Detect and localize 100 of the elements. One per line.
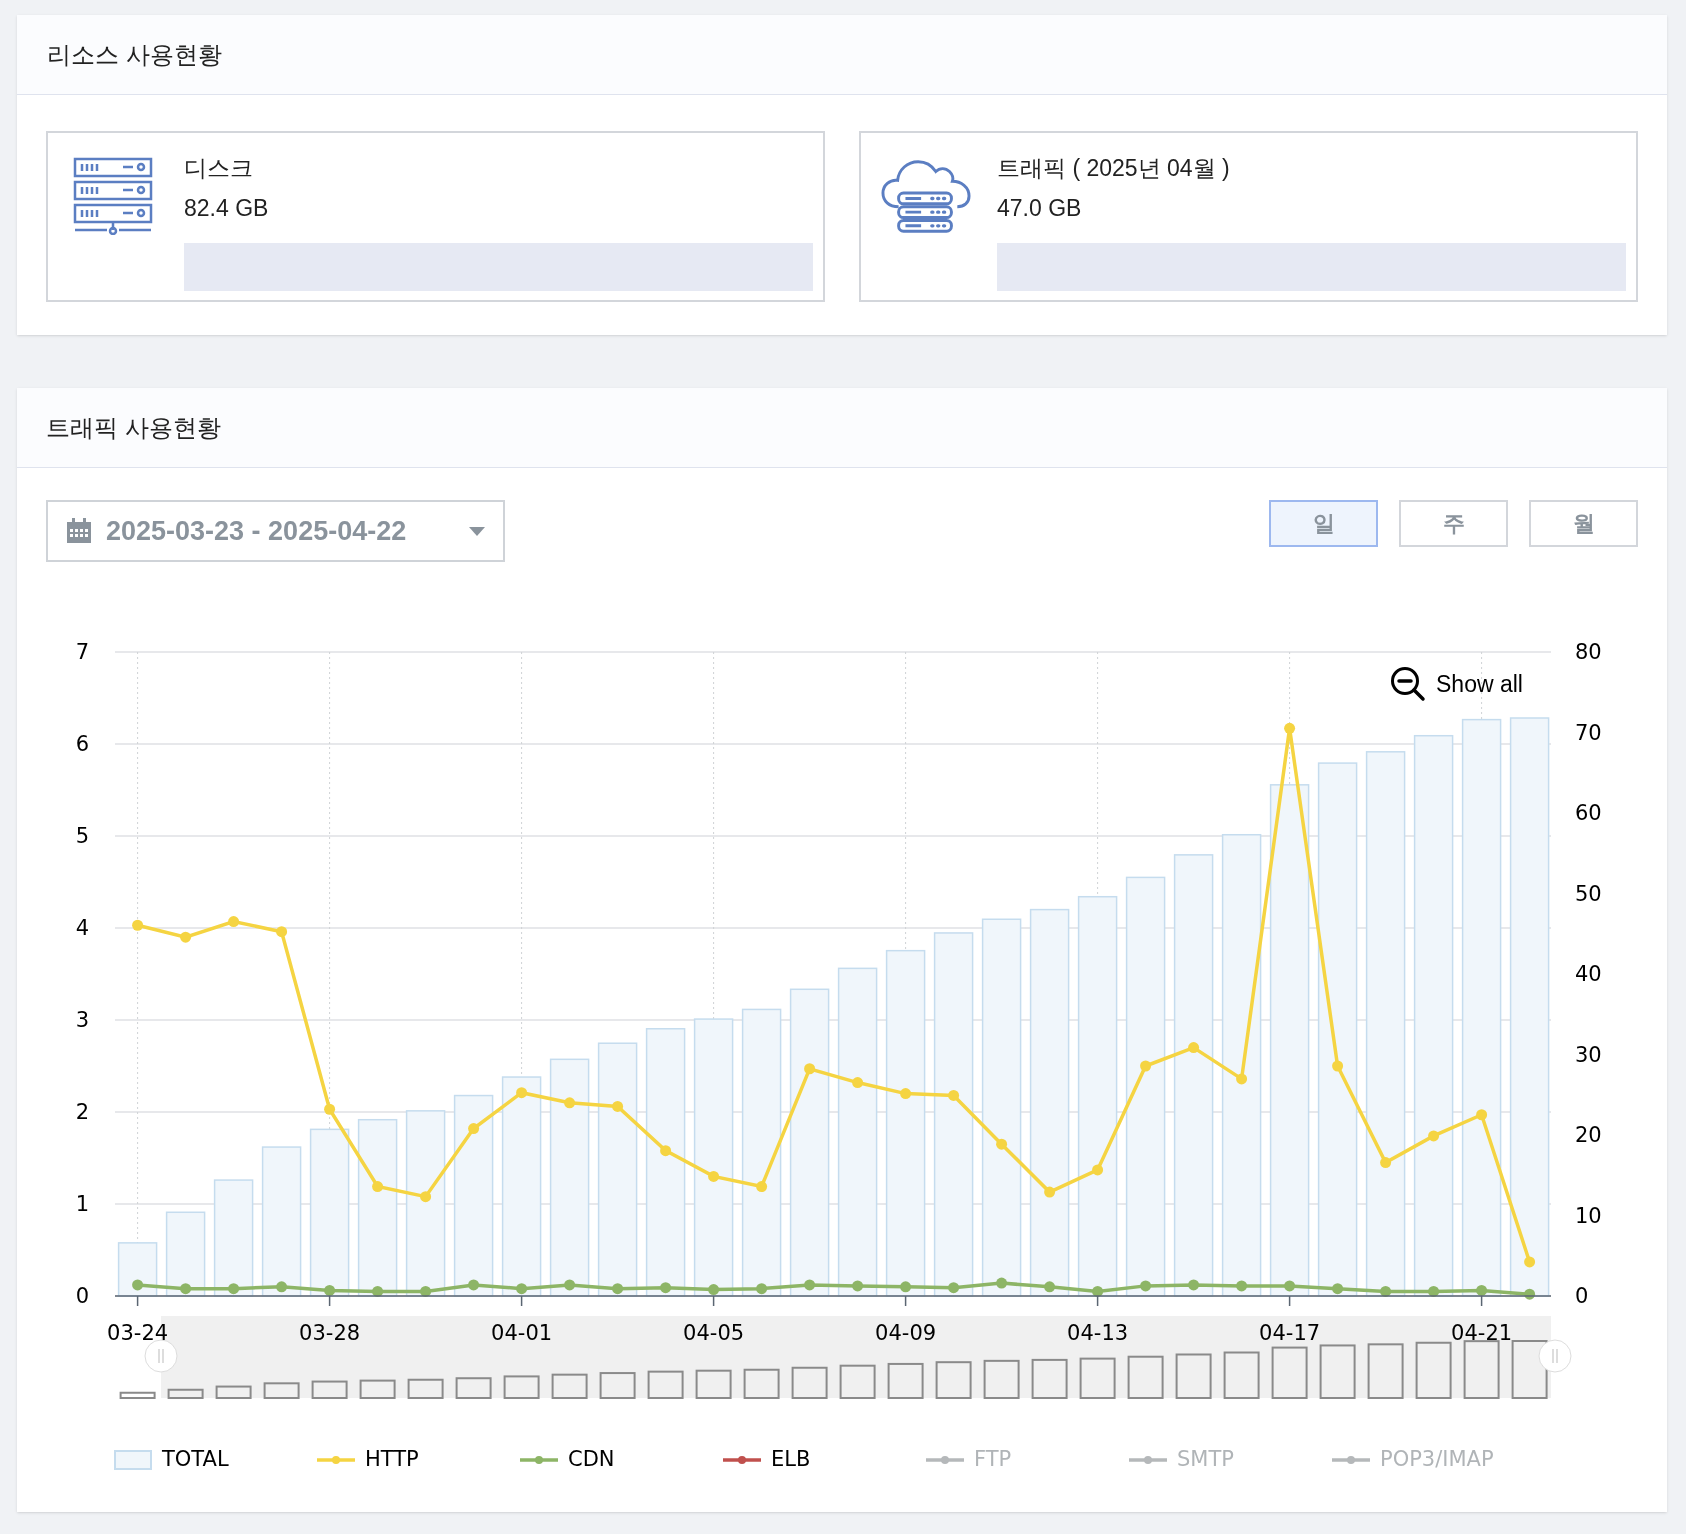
card-value: 47.0 GB [997, 194, 1083, 223]
x-axis-label: 03-24 [107, 1321, 169, 1345]
data-point [324, 1285, 336, 1296]
x-axis-label: 04-13 [1067, 1321, 1129, 1345]
data-point [324, 1103, 336, 1115]
calendar-icon [66, 518, 92, 544]
data-point [516, 1087, 528, 1099]
legend-item[interactable]: CDN [520, 1444, 723, 1476]
y-axis-label: 20 [1575, 1123, 1602, 1147]
y-axis-label: 2 [75, 1100, 89, 1124]
total-bar [117, 1242, 158, 1297]
card-value: 82.4 GB [184, 194, 270, 223]
data-point [516, 1283, 528, 1295]
card-label: 디스크 [184, 154, 254, 183]
data-point [852, 1077, 864, 1089]
data-point [420, 1285, 432, 1297]
data-point [1476, 1109, 1488, 1121]
zoom-out-icon [1390, 666, 1426, 702]
date-range-picker[interactable]: 2025-03-23 - 2025-04-22 [46, 500, 505, 562]
data-point [900, 1281, 912, 1293]
y-axis-label: 3 [75, 1008, 89, 1032]
legend-item[interactable]: FTP [926, 1444, 1129, 1476]
data-point [708, 1170, 720, 1182]
data-point [180, 1283, 192, 1295]
y-axis-label: 1 [75, 1192, 89, 1216]
data-point [1332, 1060, 1344, 1072]
y-axis-label: 7 [75, 640, 89, 664]
x-axis-label: 04-21 [1451, 1321, 1513, 1345]
data-point [1524, 1288, 1536, 1300]
data-point [948, 1282, 960, 1294]
y-axis-label: 60 [1575, 801, 1602, 825]
panel-title: 트래픽 사용현황 [46, 412, 221, 443]
data-point [612, 1283, 624, 1295]
y-axis-label: 10 [1575, 1203, 1602, 1228]
range-handle[interactable] [144, 1339, 178, 1373]
data-point [996, 1138, 1008, 1150]
data-point [756, 1181, 768, 1192]
data-point [804, 1279, 816, 1291]
data-point [1044, 1186, 1056, 1198]
data-point [900, 1088, 912, 1100]
legend-item[interactable]: SMTP [1129, 1444, 1332, 1476]
card-label: 트래픽 ( 2025년 04월 ) [997, 154, 1231, 183]
legend-item[interactable]: ELB [723, 1444, 926, 1476]
y-axis-label: 0 [75, 1284, 89, 1308]
x-axis-label: 03-28 [299, 1321, 361, 1345]
data-point [756, 1283, 768, 1295]
y-axis-label: 0 [1575, 1284, 1589, 1308]
data-point [708, 1284, 720, 1296]
period-tab[interactable]: 주 [1399, 500, 1508, 547]
data-point [468, 1279, 480, 1291]
data-point [804, 1063, 816, 1075]
data-point [1380, 1285, 1392, 1297]
y-axis-label: 6 [75, 732, 89, 756]
period-tab[interactable]: 월 [1529, 500, 1638, 547]
data-point [1380, 1157, 1392, 1169]
data-point [1428, 1285, 1440, 1297]
data-point [1140, 1060, 1152, 1072]
data-point [1428, 1130, 1440, 1142]
range-handle[interactable] [1538, 1339, 1572, 1373]
data-point [1476, 1285, 1488, 1296]
data-point [1044, 1281, 1056, 1293]
y-axis-label: 50 [1575, 881, 1602, 906]
y-axis-label: 5 [75, 824, 89, 848]
legend-item[interactable]: POP3/IMAP [1332, 1444, 1535, 1476]
x-axis-label: 04-09 [875, 1321, 937, 1345]
data-point [1092, 1285, 1104, 1297]
data-point [276, 1281, 288, 1293]
data-point [564, 1097, 576, 1109]
y-axis-label: 4 [75, 916, 89, 940]
legend-item[interactable]: TOTAL [114, 1444, 317, 1476]
data-point [1284, 722, 1296, 734]
data-point [420, 1191, 432, 1203]
data-point [372, 1285, 384, 1297]
period-tab[interactable]: 일 [1269, 500, 1378, 547]
data-point [564, 1279, 576, 1291]
x-axis-label: 04-17 [1259, 1321, 1321, 1345]
data-point [468, 1123, 480, 1135]
data-point [228, 916, 240, 928]
data-point [132, 919, 144, 931]
data-point [1284, 1280, 1296, 1292]
data-point [1188, 1279, 1200, 1291]
data-point [612, 1101, 624, 1112]
data-point [1188, 1042, 1200, 1054]
y-axis-label: 70 [1575, 720, 1602, 745]
data-point [996, 1277, 1008, 1289]
data-point [1140, 1280, 1152, 1292]
show-all-button[interactable]: Show all [1390, 666, 1523, 702]
legend-item[interactable]: HTTP [317, 1444, 520, 1476]
data-point [1332, 1283, 1344, 1295]
y-axis-label: 30 [1575, 1042, 1602, 1067]
y-axis-label: 80 [1575, 640, 1602, 664]
data-point [852, 1280, 864, 1292]
y-axis-label: 40 [1575, 962, 1602, 986]
caret-icon [469, 526, 485, 536]
data-point [1524, 1256, 1536, 1268]
x-axis-label: 04-01 [491, 1321, 553, 1345]
data-point [660, 1282, 672, 1294]
data-point [660, 1145, 672, 1157]
data-point [948, 1089, 960, 1101]
data-point [180, 931, 192, 943]
